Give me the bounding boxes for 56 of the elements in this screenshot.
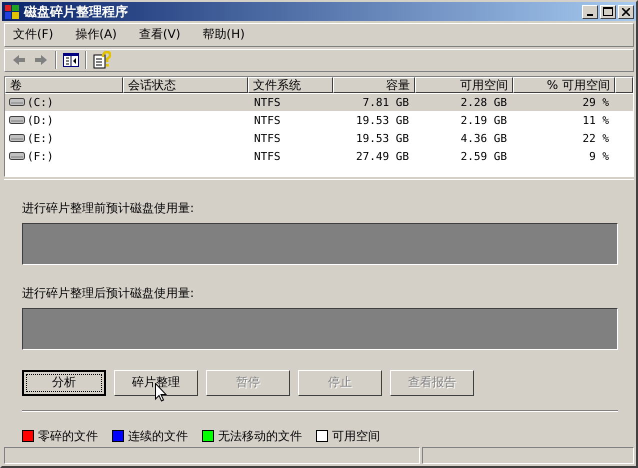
legend-label: 零碎的文件 bbox=[38, 428, 98, 445]
table-cell: 2.19 GB bbox=[460, 114, 507, 127]
minimize-button[interactable] bbox=[582, 4, 598, 19]
legend-label: 可用空间 bbox=[332, 428, 380, 445]
maximize-icon bbox=[603, 7, 613, 16]
column-header[interactable]: % 可用空间 bbox=[513, 76, 615, 93]
table-cell: NTFS bbox=[254, 114, 280, 127]
meter-label: 进行碎片整理前预计磁盘使用量: bbox=[22, 200, 196, 217]
volume-row[interactable]: (C:) NTFS 7.81 GB 2.28 GB 29 % bbox=[5, 94, 633, 111]
table-cell: (D:) bbox=[27, 114, 54, 127]
legend-label: 连续的文件 bbox=[128, 428, 188, 445]
volume-row[interactable]: (E:) NTFS 19.53 GB 4.36 GB 22 % bbox=[5, 130, 633, 147]
minimize-icon bbox=[587, 14, 593, 16]
table-cell: 27.49 GB bbox=[356, 150, 409, 163]
volume-row[interactable]: (D:) NTFS 19.53 GB 2.19 GB 11 % bbox=[5, 112, 633, 129]
table-cell: 2.59 GB bbox=[460, 150, 507, 163]
column-header[interactable]: 容量 bbox=[333, 76, 415, 93]
action-button[interactable]: 碎片整理 bbox=[114, 370, 198, 396]
menu-item[interactable]: 帮助(H) bbox=[200, 26, 247, 44]
table-cell: (E:) bbox=[27, 132, 54, 145]
table-cell: (C:) bbox=[27, 96, 54, 109]
drive-icon bbox=[9, 133, 25, 144]
action-button[interactable]: 分析 bbox=[22, 370, 106, 396]
close-icon bbox=[622, 8, 630, 16]
menu-item[interactable]: 文件(F) bbox=[11, 26, 56, 44]
drive-icon bbox=[9, 115, 25, 126]
table-cell: NTFS bbox=[254, 96, 280, 109]
table-cell: (F:) bbox=[27, 150, 54, 163]
column-header[interactable]: 可用空间 bbox=[415, 76, 513, 93]
column-header[interactable]: 卷 bbox=[5, 76, 123, 93]
app-icon bbox=[4, 4, 20, 20]
column-header[interactable]: 文件系统 bbox=[248, 76, 333, 93]
maximize-button[interactable] bbox=[600, 4, 616, 19]
legend-label: 无法移动的文件 bbox=[218, 428, 302, 445]
table-cell: NTFS bbox=[254, 150, 280, 163]
menu-item[interactable]: 查看(V) bbox=[136, 26, 182, 44]
table-cell: 4.36 GB bbox=[460, 132, 507, 145]
table-cell: 2.28 GB bbox=[460, 96, 507, 109]
panel-toggle-button[interactable] bbox=[63, 53, 79, 68]
help-button[interactable] bbox=[93, 51, 111, 70]
table-cell: 22 % bbox=[582, 132, 609, 145]
drive-icon bbox=[9, 97, 25, 108]
menu-item[interactable]: 操作(A) bbox=[73, 26, 119, 44]
drive-icon bbox=[9, 151, 25, 162]
table-cell: 7.81 GB bbox=[362, 96, 409, 109]
column-header[interactable]: 会话状态 bbox=[123, 76, 248, 93]
table-cell: 29 % bbox=[582, 96, 609, 109]
close-button[interactable] bbox=[618, 4, 634, 19]
table-cell: 11 % bbox=[582, 114, 609, 127]
table-cell: 19.53 GB bbox=[356, 114, 409, 127]
window-title: 磁盘碎片整理程序 bbox=[24, 4, 129, 21]
table-cell: NTFS bbox=[254, 132, 280, 145]
meter-label: 进行碎片整理后预计磁盘使用量: bbox=[22, 284, 196, 302]
volume-row[interactable]: (F:) NTFS 27.49 GB 2.59 GB 9 % bbox=[5, 148, 633, 165]
table-cell: 9 % bbox=[589, 150, 609, 163]
table-cell: 19.53 GB bbox=[356, 132, 409, 145]
